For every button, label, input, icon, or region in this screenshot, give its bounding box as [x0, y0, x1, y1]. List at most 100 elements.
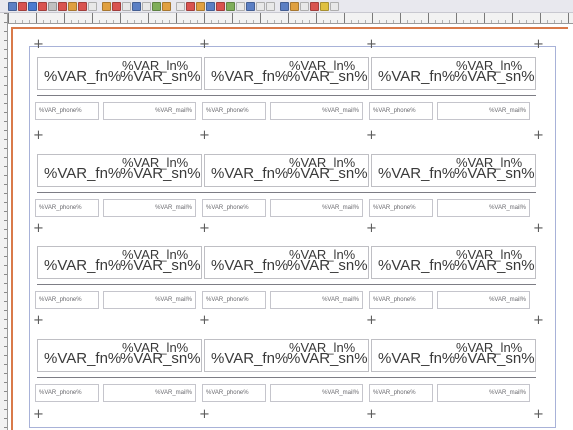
name-field-box[interactable]: %VAR_fn% %VAR_ln% %VAR_sn%	[204, 246, 369, 279]
first-name-variable[interactable]: %VAR_fn%	[378, 68, 455, 85]
vertical-ruler[interactable]	[0, 13, 8, 430]
barcode-icon[interactable]	[300, 1, 309, 11]
mail-field[interactable]: %VAR_mail%	[270, 291, 363, 309]
surname-variable[interactable]: %VAR_sn%	[454, 69, 535, 84]
measure-icon[interactable]	[226, 1, 235, 11]
name-field-box[interactable]: %VAR_fn% %VAR_ln% %VAR_sn%	[371, 246, 536, 279]
phone-field[interactable]: %VAR_phone%	[369, 384, 433, 402]
copy-icon[interactable]	[58, 1, 67, 11]
phone-field[interactable]: %VAR_phone%	[202, 384, 266, 402]
phone-field[interactable]: %VAR_phone%	[202, 199, 266, 217]
mail-field[interactable]: %VAR_mail%	[103, 291, 196, 309]
surname-variable[interactable]: %VAR_sn%	[120, 351, 201, 366]
surname-variable[interactable]: %VAR_sn%	[287, 69, 368, 84]
surname-variable[interactable]: %VAR_sn%	[287, 258, 368, 273]
frame-icon[interactable]	[112, 1, 121, 11]
grid-icon[interactable]	[122, 1, 131, 11]
surname-variable[interactable]: %VAR_sn%	[120, 258, 201, 273]
pdf-icon[interactable]	[310, 1, 319, 11]
first-name-variable[interactable]: %VAR_fn%	[44, 68, 121, 85]
name-field-box[interactable]: %VAR_fn% %VAR_ln% %VAR_sn%	[37, 57, 202, 90]
paste-icon[interactable]	[68, 1, 77, 11]
text-icon[interactable]	[176, 1, 185, 11]
crosshair-marker: +	[33, 221, 44, 236]
phone-field[interactable]: %VAR_phone%	[35, 384, 99, 402]
mail-field[interactable]: %VAR_mail%	[103, 199, 196, 217]
print-icon[interactable]	[38, 1, 47, 11]
mail-field[interactable]: %VAR_mail%	[103, 102, 196, 120]
pen-icon[interactable]	[186, 1, 195, 11]
name-field-box[interactable]: %VAR_fn% %VAR_ln% %VAR_sn%	[204, 57, 369, 90]
mail-field[interactable]: %VAR_mail%	[270, 199, 363, 217]
surname-variable[interactable]: %VAR_sn%	[120, 69, 201, 84]
lightning-icon[interactable]	[330, 1, 339, 11]
pencil-icon[interactable]	[196, 1, 205, 11]
open-icon[interactable]	[18, 1, 27, 11]
first-name-variable[interactable]: %VAR_fn%	[378, 257, 455, 274]
phone-field[interactable]: %VAR_phone%	[369, 199, 433, 217]
name-field-box[interactable]: %VAR_fn% %VAR_ln% %VAR_sn%	[37, 154, 202, 187]
label-designer-window: %VAR_fn% %VAR_ln% %VAR_sn% %VAR_phone% %VAR_…	[0, 0, 573, 430]
font-icon[interactable]	[266, 1, 275, 11]
phone-field[interactable]: %VAR_phone%	[369, 291, 433, 309]
shape-icon[interactable]	[152, 1, 161, 11]
phone-field[interactable]: %VAR_phone%	[35, 199, 99, 217]
phone-field[interactable]: %VAR_phone%	[369, 102, 433, 120]
unlink-icon[interactable]	[256, 1, 265, 11]
undo-icon[interactable]	[78, 1, 87, 11]
line-icon[interactable]	[162, 1, 171, 11]
first-name-variable[interactable]: %VAR_fn%	[44, 257, 121, 274]
new-icon[interactable]	[8, 1, 17, 11]
first-name-variable[interactable]: %VAR_fn%	[378, 350, 455, 367]
first-name-variable[interactable]: %VAR_fn%	[378, 165, 455, 182]
mail-field[interactable]: %VAR_mail%	[437, 102, 530, 120]
cut-icon[interactable]	[48, 1, 57, 11]
mail-field[interactable]: %VAR_mail%	[270, 384, 363, 402]
phone-field[interactable]: %VAR_phone%	[35, 291, 99, 309]
first-name-variable[interactable]: %VAR_fn%	[211, 350, 288, 367]
link-icon[interactable]	[246, 1, 255, 11]
script-icon[interactable]	[280, 1, 289, 11]
phone-field[interactable]: %VAR_phone%	[202, 291, 266, 309]
mail-field[interactable]: %VAR_mail%	[437, 291, 530, 309]
name-field-box[interactable]: %VAR_fn% %VAR_ln% %VAR_sn%	[37, 339, 202, 372]
mail-field[interactable]: %VAR_mail%	[270, 102, 363, 120]
first-name-variable[interactable]: %VAR_fn%	[44, 350, 121, 367]
surname-variable[interactable]: %VAR_sn%	[454, 166, 535, 181]
crosshair-marker: +	[33, 128, 44, 143]
name-field-box[interactable]: %VAR_fn% %VAR_ln% %VAR_sn%	[204, 339, 369, 372]
first-name-variable[interactable]: %VAR_fn%	[211, 257, 288, 274]
first-name-variable[interactable]: %VAR_fn%	[211, 68, 288, 85]
eyedropper-icon[interactable]	[216, 1, 225, 11]
chart-icon[interactable]	[290, 1, 299, 11]
mail-field[interactable]: %VAR_mail%	[437, 199, 530, 217]
name-field-box[interactable]: %VAR_fn% %VAR_ln% %VAR_sn%	[371, 57, 536, 90]
mail-field[interactable]: %VAR_mail%	[103, 384, 196, 402]
redo-icon[interactable]	[88, 1, 97, 11]
surname-variable[interactable]: %VAR_sn%	[454, 258, 535, 273]
horizontal-ruler[interactable]	[8, 13, 573, 24]
surname-variable[interactable]: %VAR_sn%	[287, 166, 368, 181]
design-canvas[interactable]: %VAR_fn% %VAR_ln% %VAR_sn% %VAR_phone% %VAR_…	[9, 25, 573, 430]
phone-field[interactable]: %VAR_phone%	[35, 102, 99, 120]
first-name-variable[interactable]: %VAR_fn%	[211, 165, 288, 182]
first-name-variable[interactable]: %VAR_fn%	[44, 165, 121, 182]
name-field-box[interactable]: %VAR_fn% %VAR_ln% %VAR_sn%	[37, 246, 202, 279]
mail-field[interactable]: %VAR_mail%	[437, 384, 530, 402]
name-field-box[interactable]: %VAR_fn% %VAR_ln% %VAR_sn%	[371, 339, 536, 372]
brush-icon[interactable]	[206, 1, 215, 11]
crosshair-marker: +	[199, 407, 210, 422]
phone-field[interactable]: %VAR_phone%	[202, 102, 266, 120]
table-icon[interactable]	[132, 1, 141, 11]
surname-variable[interactable]: %VAR_sn%	[454, 351, 535, 366]
name-field-box[interactable]: %VAR_fn% %VAR_ln% %VAR_sn%	[371, 154, 536, 187]
align-icon[interactable]	[236, 1, 245, 11]
color-icon[interactable]	[320, 1, 329, 11]
surname-variable[interactable]: %VAR_sn%	[287, 351, 368, 366]
toolbar	[0, 0, 573, 13]
image-icon[interactable]	[142, 1, 151, 11]
save-icon[interactable]	[28, 1, 37, 11]
surname-variable[interactable]: %VAR_sn%	[120, 166, 201, 181]
zoom-icon[interactable]	[102, 1, 111, 11]
name-field-box[interactable]: %VAR_fn% %VAR_ln% %VAR_sn%	[204, 154, 369, 187]
